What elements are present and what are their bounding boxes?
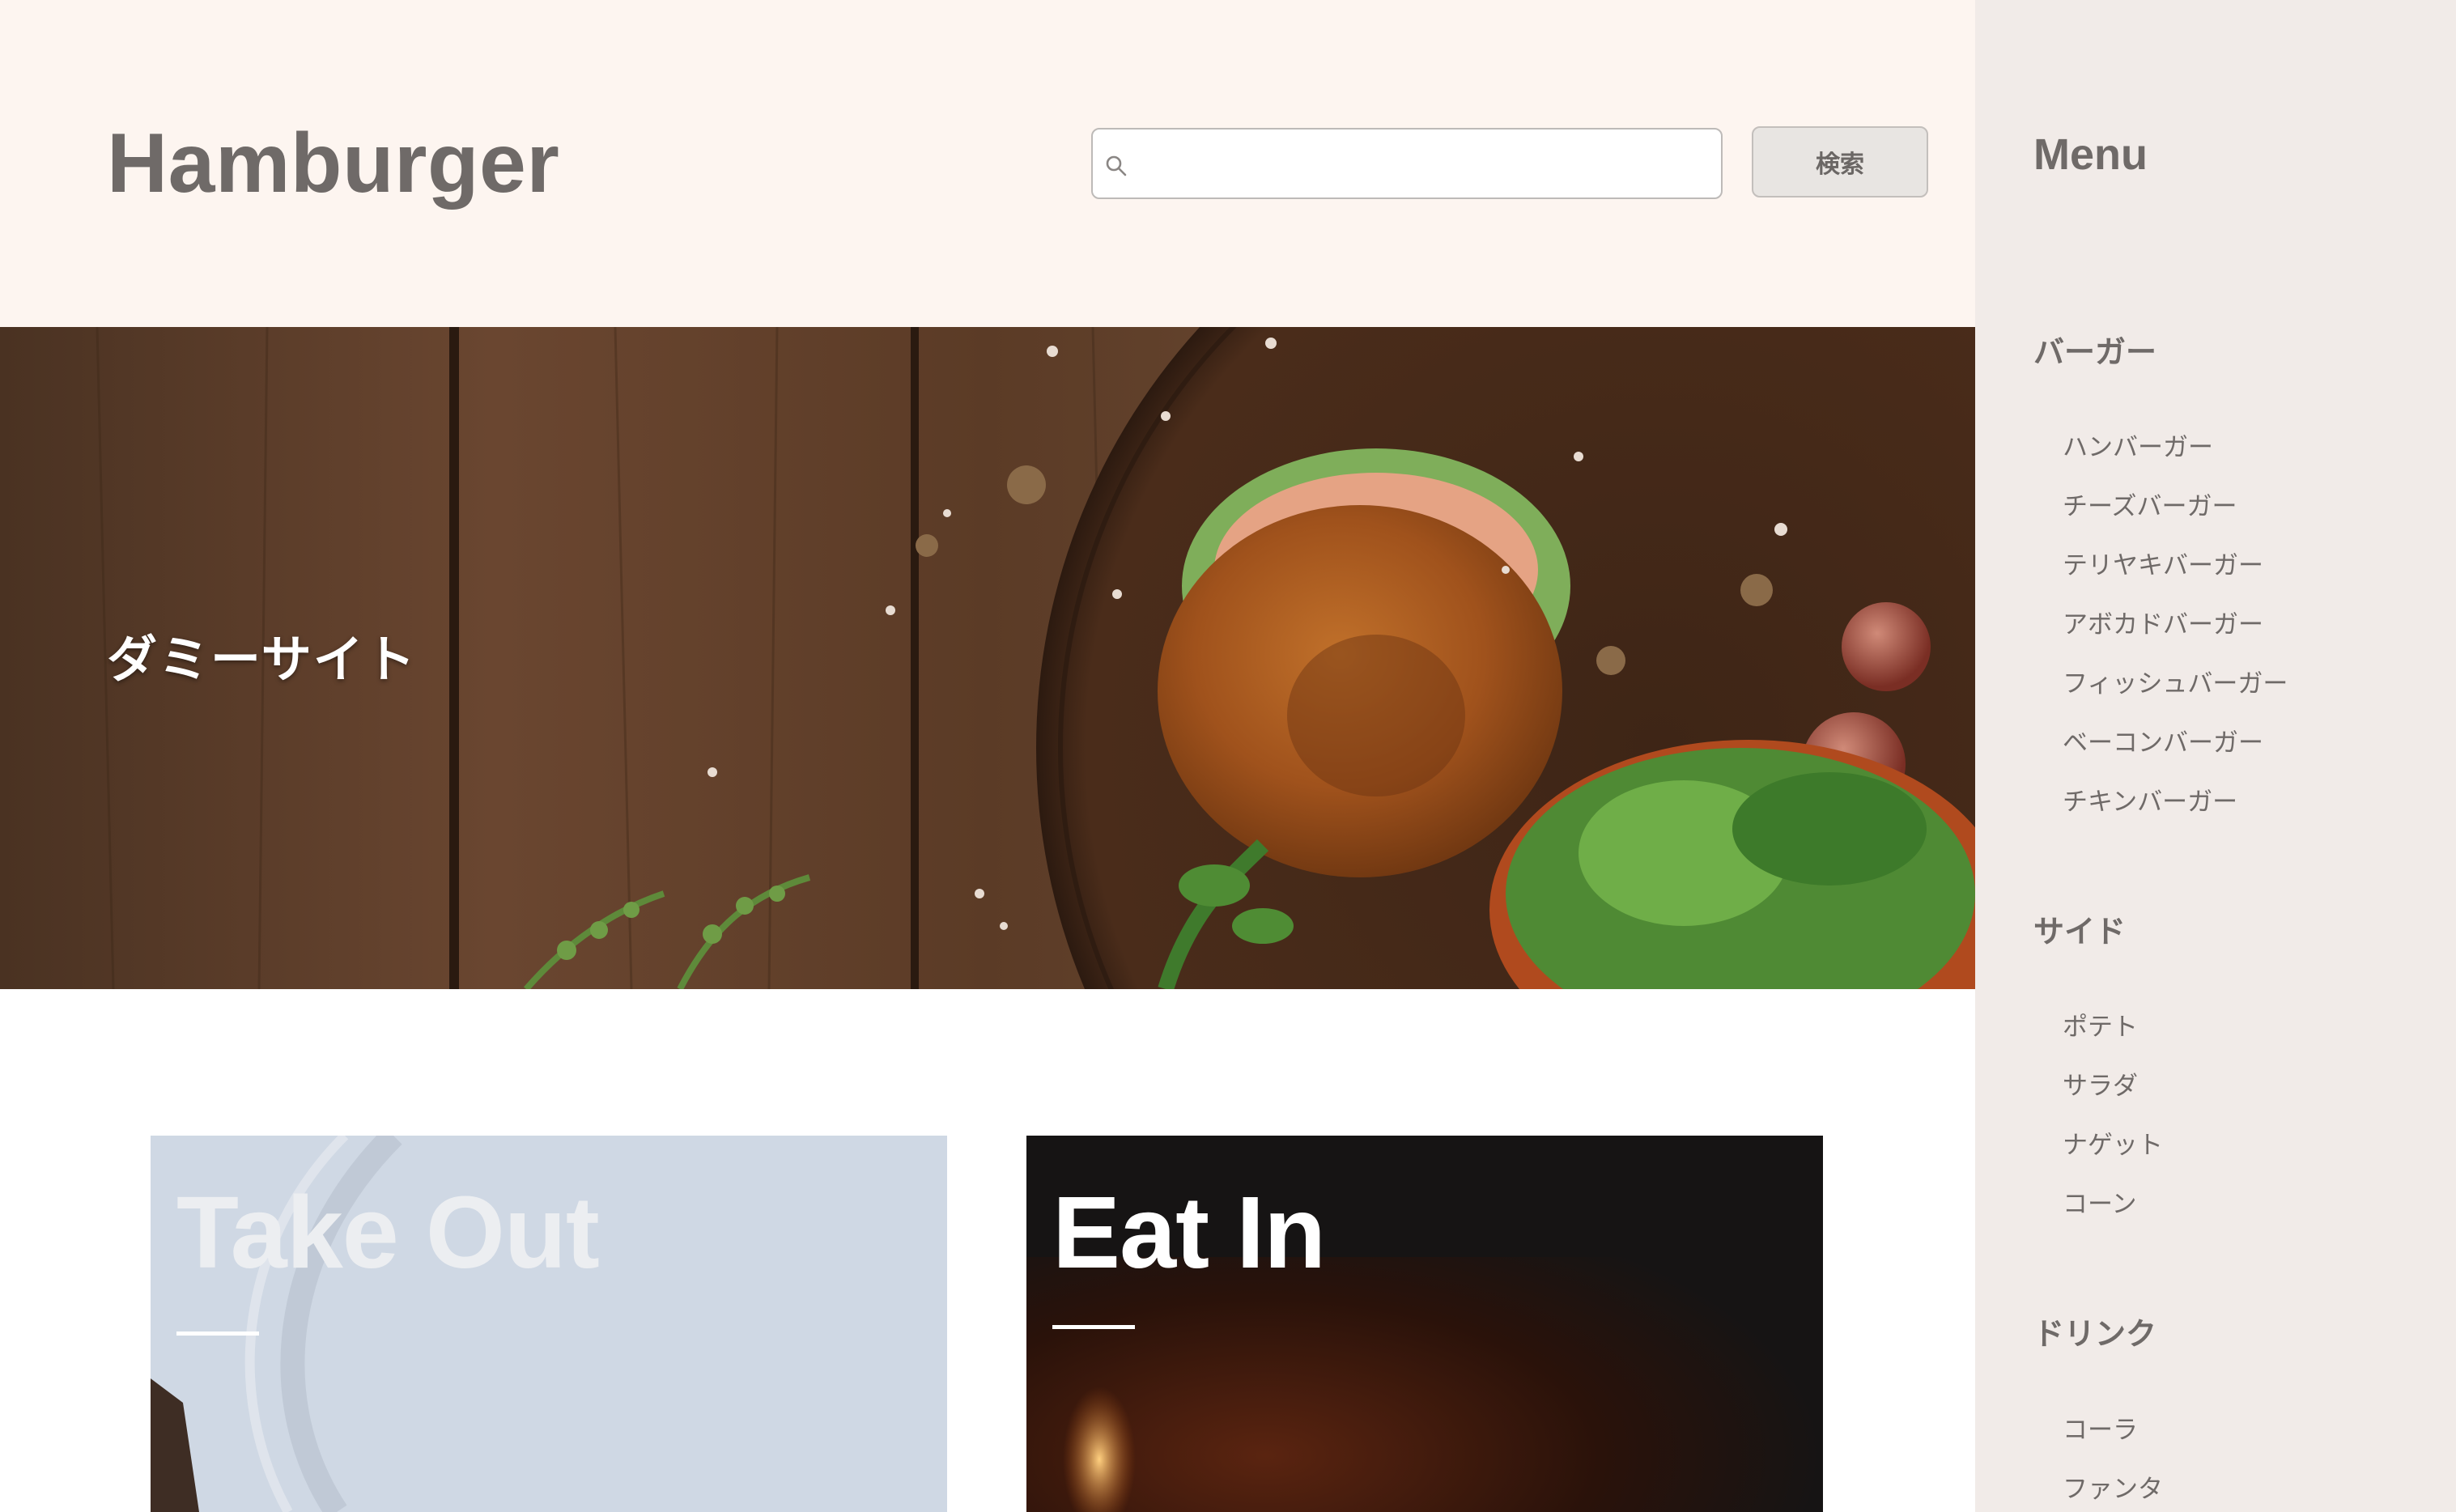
menu-item[interactable]: フィッシュバーガー [2063, 666, 2288, 725]
category-heading-drink: ドリンク [2033, 1316, 2157, 1352]
eatin-divider [1052, 1325, 1135, 1329]
site-logo[interactable]: Hamburger [107, 113, 559, 214]
hero-banner: ダミーサイト [0, 327, 1975, 989]
menu-item[interactable]: コーラ [2063, 1412, 2163, 1472]
menu-item[interactable]: ハンバーガー [2063, 430, 2288, 489]
menu-item[interactable]: ファンタ [2063, 1472, 2163, 1512]
eatin-card[interactable]: Eat In [1026, 1136, 1823, 1512]
menu-item[interactable]: ベーコンバーガー [2063, 725, 2288, 784]
eatin-title: Eat In [1052, 1175, 1326, 1289]
menu-item[interactable]: ナゲット [2063, 1128, 2163, 1187]
category-heading-side: サイド [2033, 914, 2127, 949]
menu-item[interactable]: ポテト [2063, 1009, 2163, 1068]
search-input[interactable] [1138, 136, 1713, 193]
menu-item[interactable]: チーズバーガー [2063, 489, 2288, 548]
menu-item[interactable]: サラダ [2063, 1068, 2163, 1128]
site-header: Hamburger 検索 [0, 0, 1975, 327]
category-heading-burger: バーガー [2033, 334, 2157, 370]
sidebar-menu: Menu バーガー ハンバーガー チーズバーガー テリヤキバーガー アボカドバー… [1975, 0, 2456, 1512]
menu-item[interactable]: チキンバーガー [2063, 784, 2288, 843]
search-icon [1106, 155, 1127, 176]
category-list-drink: コーラ ファンタ [2063, 1412, 2163, 1512]
menu-item[interactable]: テリヤキバーガー [2063, 548, 2288, 607]
menu-item[interactable]: アボカドバーガー [2063, 607, 2288, 666]
category-list-side: ポテト サラダ ナゲット コーン [2063, 1009, 2163, 1246]
takeout-title: Take Out [176, 1175, 600, 1289]
main-column: Hamburger 検索 ダミーサイト Take Out Eat In [0, 0, 1975, 1512]
category-list-burger: ハンバーガー チーズバーガー テリヤキバーガー アボカドバーガー フィッシュバー… [2063, 430, 2288, 843]
menu-item[interactable]: コーン [2063, 1187, 2163, 1246]
takeout-card[interactable]: Take Out [151, 1136, 947, 1512]
search-button[interactable]: 検索 [1752, 126, 1928, 197]
takeout-divider [176, 1331, 259, 1336]
search-field[interactable] [1091, 128, 1723, 199]
sidebar-title: Menu [2033, 130, 2148, 179]
hero-title: ダミーサイト [107, 630, 417, 689]
